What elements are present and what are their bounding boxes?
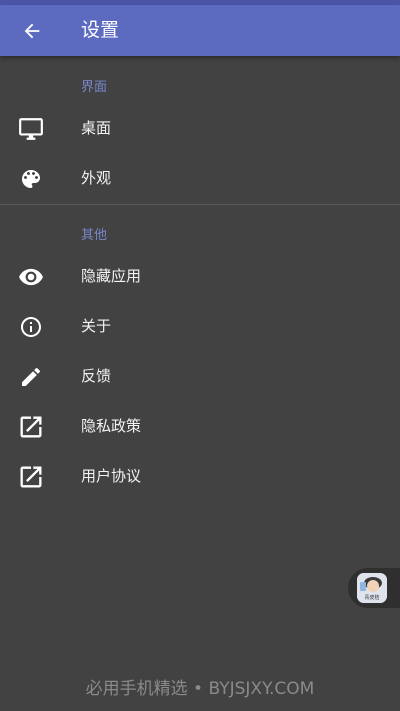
open-in-new-icon (17, 463, 45, 491)
settings-item-label: 用户协议 (81, 467, 142, 485)
settings-item-privacy-policy[interactable]: 隐私政策 (0, 402, 400, 452)
settings-item-label: 隐藏应用 (81, 267, 142, 285)
settings-item-label: 外观 (81, 169, 112, 187)
settings-item-appearance[interactable]: 外观 (0, 154, 400, 204)
settings-item-user-agreement[interactable]: 用户协议 (0, 452, 400, 502)
app-bar: 设置 (0, 5, 400, 56)
watermark: 必用手机精选 • BYJSJXY.COM (85, 679, 315, 699)
palette-icon (17, 165, 45, 193)
settings-item-about[interactable]: 关于 (0, 302, 400, 352)
floating-widget-thumbnail: 青皮桔 (357, 573, 387, 603)
info-icon (17, 313, 45, 341)
settings-item-label: 关于 (81, 317, 112, 335)
floating-widget-label: 青皮桔 (364, 595, 380, 601)
settings-item-label: 桌面 (81, 119, 112, 137)
eye-icon (17, 263, 45, 291)
section-divider (0, 204, 400, 205)
arrow-back-icon (24, 23, 40, 39)
section-header-interface: 界面 (81, 80, 108, 95)
pencil-icon (17, 363, 45, 391)
monitor-icon (17, 115, 45, 143)
settings-item-label: 隐私政策 (81, 417, 142, 435)
settings-item-hidden-apps[interactable]: 隐藏应用 (0, 252, 400, 302)
page-title: 设置 (81, 19, 120, 41)
back-button[interactable] (12, 11, 52, 51)
floating-widget[interactable]: 青皮桔 (348, 568, 400, 608)
settings-item-desktop[interactable]: 桌面 (0, 104, 400, 154)
section-header-other: 其他 (81, 228, 108, 243)
open-in-new-icon (17, 413, 45, 441)
settings-item-label: 反馈 (81, 367, 112, 385)
settings-item-feedback[interactable]: 反馈 (0, 352, 400, 402)
